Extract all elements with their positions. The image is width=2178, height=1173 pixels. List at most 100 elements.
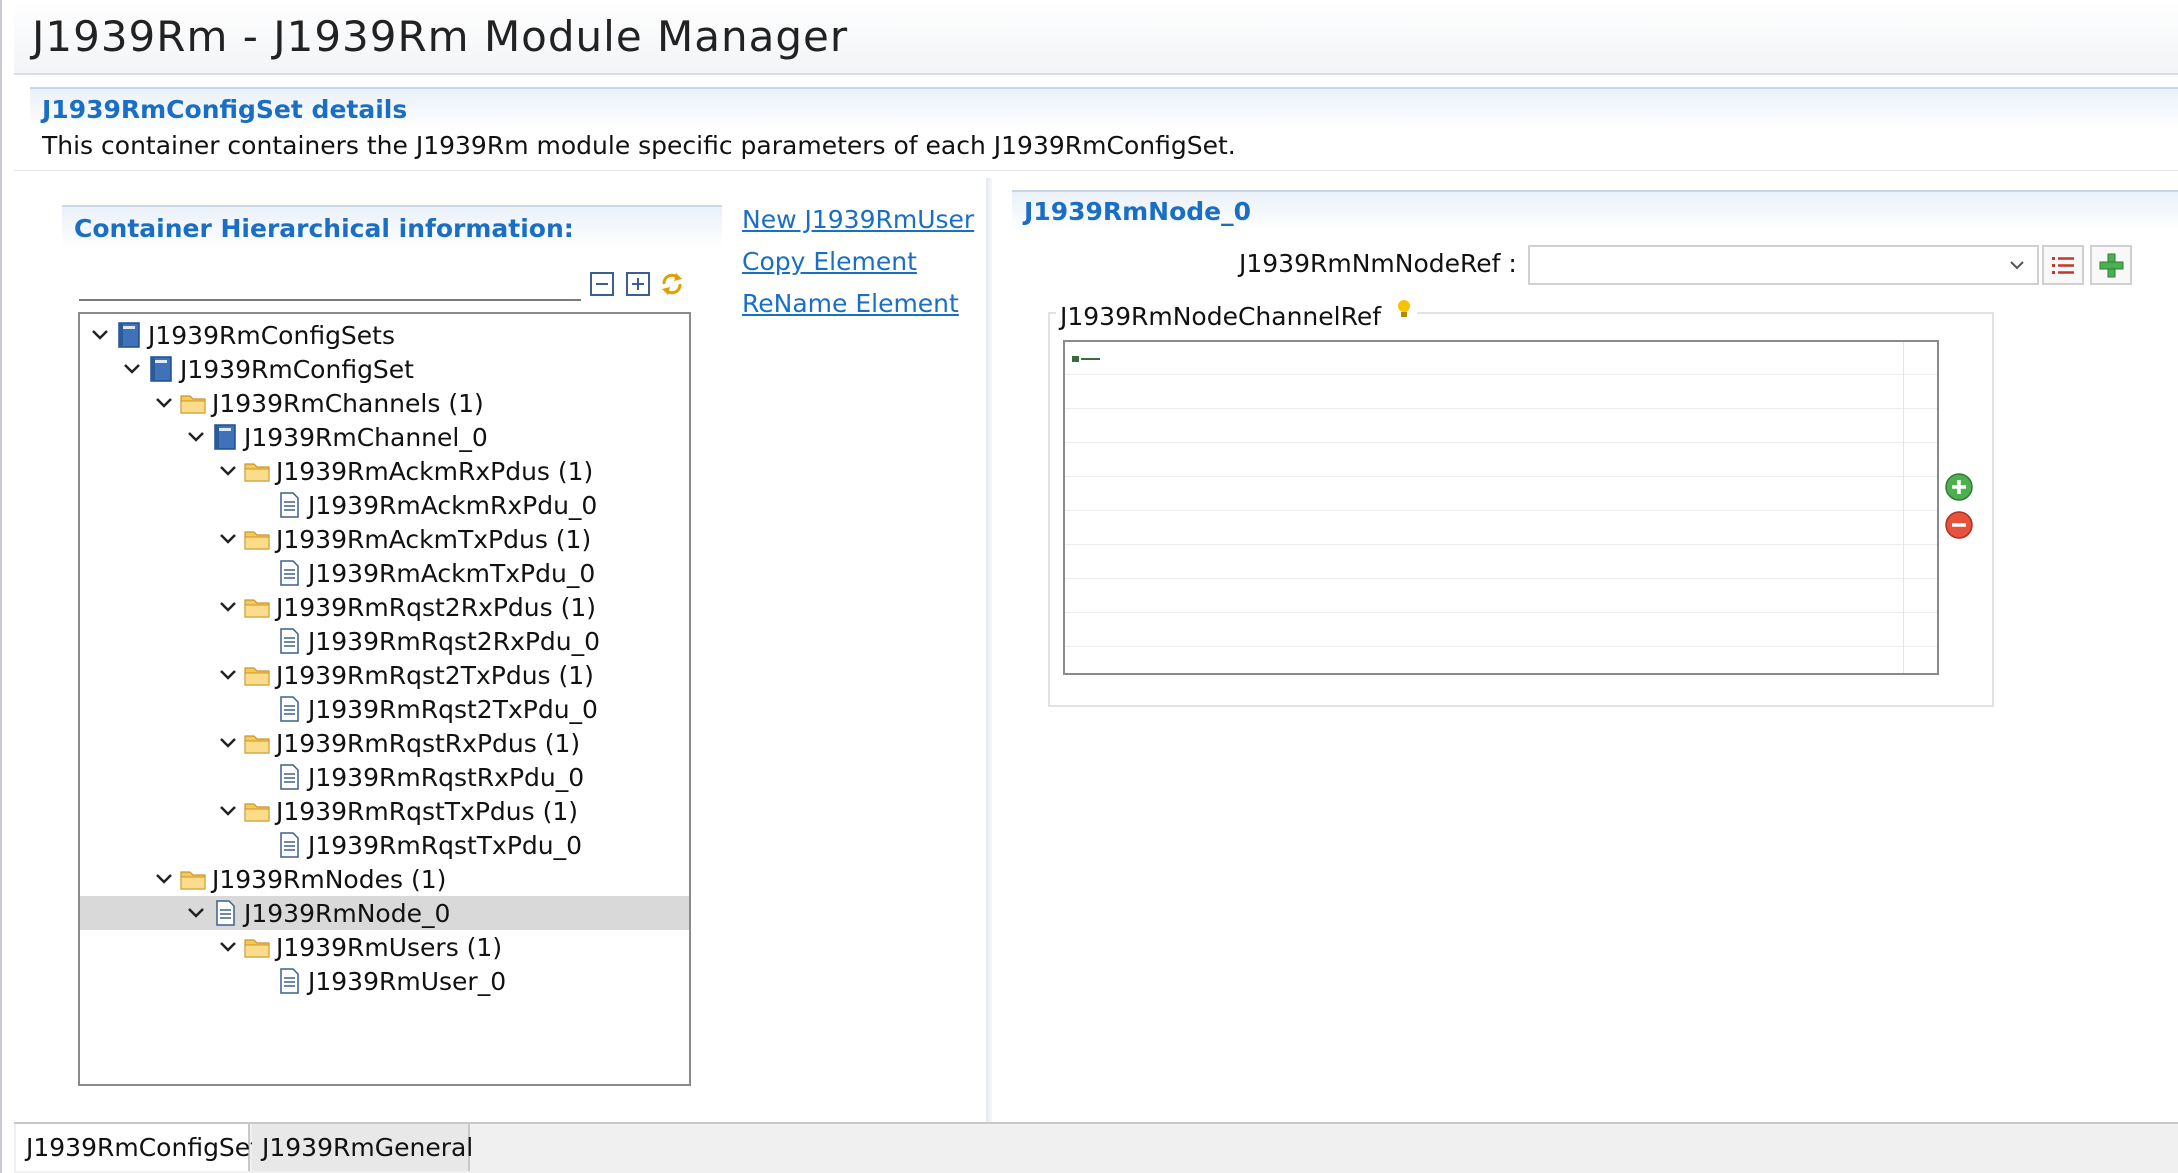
- row-marker-icon: [1072, 356, 1100, 362]
- tab-general[interactable]: J1939RmGeneral: [252, 1124, 473, 1171]
- chevron-down-icon[interactable]: [214, 797, 242, 825]
- tree-item-label: J1939RmRqstTxPdu_0: [308, 830, 583, 860]
- expand-all-icon: [626, 272, 650, 296]
- tree-item[interactable]: J1939RmAckmRxPdus (1): [80, 454, 689, 488]
- tree-item[interactable]: J1939RmAckmTxPdu_0: [80, 556, 689, 590]
- chevron-down-icon[interactable]: [150, 389, 178, 417]
- tree-item[interactable]: J1939RmRqstTxPdus (1): [80, 794, 689, 828]
- remove-circle-icon: [1945, 511, 1973, 539]
- tree-item[interactable]: J1939RmAckmRxPdu_0: [80, 488, 689, 522]
- nm-node-ref-select[interactable]: [1528, 245, 2039, 285]
- document-icon: [210, 898, 240, 928]
- table-column-divider: [1903, 342, 1904, 673]
- chevron-down-icon[interactable]: [214, 729, 242, 757]
- tree-item-label: J1939RmChannel_0: [244, 422, 488, 452]
- table-row: [1065, 374, 1937, 375]
- new-user-link[interactable]: New J1939RmUser: [742, 205, 974, 234]
- tree-item[interactable]: J1939RmRqst2RxPdu_0: [80, 624, 689, 658]
- sync-button[interactable]: [658, 270, 686, 298]
- hierarchy-header: Container Hierarchical information:: [62, 205, 722, 249]
- window-title: J1939Rm - J1939Rm Module Manager: [32, 12, 849, 61]
- rename-element-link[interactable]: ReName Element: [742, 289, 959, 318]
- tree-item[interactable]: J1939RmUsers (1): [80, 930, 689, 964]
- chevron-down-icon[interactable]: [214, 525, 242, 553]
- tree-item[interactable]: J1939RmAckmTxPdus (1): [80, 522, 689, 556]
- tree-item[interactable]: J1939RmUser_0: [80, 964, 689, 998]
- table-row: [1065, 442, 1937, 443]
- tree-item-label: J1939RmNode_0: [244, 898, 451, 928]
- folder-icon: [242, 932, 272, 962]
- details-description: This container containers the J1939Rm mo…: [42, 131, 1236, 160]
- table-row: [1065, 510, 1937, 511]
- tree-item[interactable]: J1939RmRqst2TxPdus (1): [80, 658, 689, 692]
- tree-item[interactable]: J1939RmRqst2TxPdu_0: [80, 692, 689, 726]
- collapse-all-icon: [590, 272, 614, 296]
- tree-item[interactable]: J1939RmChannel_0: [80, 420, 689, 454]
- tree-item-label: J1939RmAckmRxPdu_0: [308, 490, 598, 520]
- document-icon: [274, 966, 304, 996]
- folder-icon: [178, 388, 208, 418]
- details-title: J1939RmConfigSet details: [42, 95, 408, 124]
- chevron-down-icon[interactable]: [214, 457, 242, 485]
- collapse-all-button[interactable]: [588, 270, 616, 298]
- document-icon: [274, 694, 304, 724]
- folder-icon: [242, 660, 272, 690]
- channel-ref-table[interactable]: [1063, 340, 1939, 675]
- tree-item[interactable]: J1939RmChannels (1): [80, 386, 689, 420]
- tree-item-label: J1939RmRqst2RxPdus (1): [276, 592, 597, 622]
- lightbulb-icon: [1398, 300, 1410, 317]
- tab-configset[interactable]: J1939RmConfigSet: [16, 1124, 260, 1171]
- tree-item[interactable]: J1939RmRqstRxPdu_0: [80, 760, 689, 794]
- tree-item[interactable]: J1939RmNodes (1): [80, 862, 689, 896]
- tree-item-label: J1939RmRqstRxPdu_0: [308, 762, 585, 792]
- table-row: [1065, 612, 1937, 613]
- chevron-down-icon[interactable]: [182, 899, 210, 927]
- tree-filter-input[interactable]: [79, 265, 581, 301]
- add-channel-ref-button[interactable]: [1944, 472, 1974, 502]
- tree-item-label: J1939RmConfigSets: [148, 320, 396, 350]
- tree-item-label: J1939RmConfigSet: [180, 354, 414, 384]
- chevron-down-icon[interactable]: [182, 423, 210, 451]
- tree-item[interactable]: J1939RmRqst2RxPdus (1): [80, 590, 689, 624]
- chevron-down-icon[interactable]: [150, 865, 178, 893]
- plus-icon: [2099, 253, 2124, 278]
- table-row: [1065, 578, 1937, 579]
- chevron-down-icon[interactable]: [118, 355, 146, 383]
- folder-icon: [242, 728, 272, 758]
- hierarchy-tree[interactable]: J1939RmConfigSets J1939RmConfigSet J1939Rm…: [78, 312, 691, 1086]
- title-bar: J1939Rm - J1939Rm Module Manager: [14, 0, 2178, 75]
- panel-splitter[interactable]: [986, 178, 992, 1123]
- copy-element-link[interactable]: Copy Element: [742, 247, 917, 276]
- tree-item-label: J1939RmRqstRxPdus (1): [276, 728, 581, 758]
- chevron-down-icon[interactable]: [214, 661, 242, 689]
- chevron-down-icon[interactable]: [214, 933, 242, 961]
- table-row: [1065, 408, 1937, 409]
- add-circle-icon: [1945, 473, 1973, 501]
- tree-item[interactable]: J1939RmRqstRxPdus (1): [80, 726, 689, 760]
- container-icon: [114, 320, 144, 350]
- table-row: [1065, 476, 1937, 477]
- remove-channel-ref-button[interactable]: [1944, 510, 1974, 540]
- tree-item[interactable]: J1939RmNode_0: [80, 896, 689, 930]
- divider: [14, 170, 2178, 171]
- tree-item-label: J1939RmAckmRxPdus (1): [276, 456, 594, 486]
- select-reference-button[interactable]: [2042, 245, 2084, 285]
- document-icon: [274, 558, 304, 588]
- tree-item[interactable]: J1939RmRqstTxPdu_0: [80, 828, 689, 862]
- expand-all-button[interactable]: [624, 270, 652, 298]
- folder-icon: [242, 524, 272, 554]
- tree-item-label: J1939RmUsers (1): [276, 932, 503, 962]
- chevron-down-icon[interactable]: [86, 321, 114, 349]
- folder-icon: [178, 864, 208, 894]
- tree-item[interactable]: J1939RmConfigSets: [80, 318, 689, 352]
- add-reference-button[interactable]: [2090, 245, 2132, 285]
- chevron-down-icon: [2010, 261, 2024, 270]
- document-icon: [274, 490, 304, 520]
- folder-icon: [242, 456, 272, 486]
- nm-node-ref-label-text: J1939RmNmNodeRef :: [1239, 249, 1517, 278]
- chevron-down-icon[interactable]: [214, 593, 242, 621]
- tree-item[interactable]: J1939RmConfigSet: [80, 352, 689, 386]
